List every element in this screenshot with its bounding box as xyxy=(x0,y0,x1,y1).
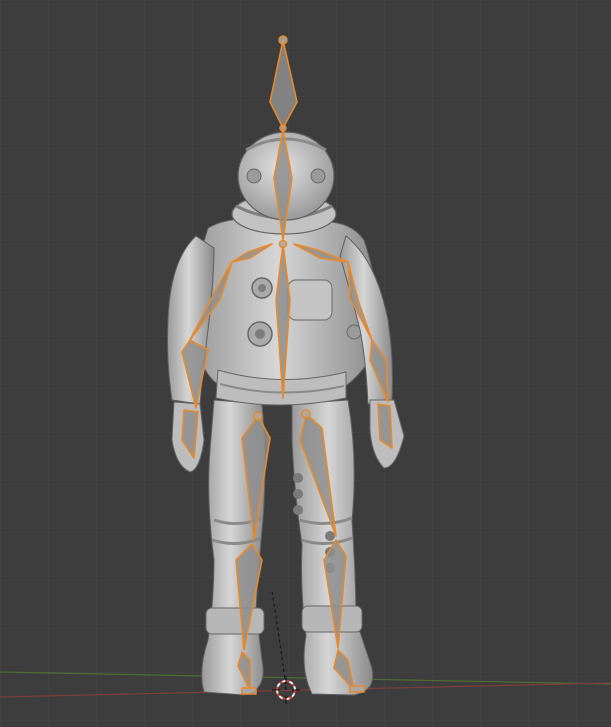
viewport-canvas[interactable] xyxy=(0,0,611,727)
3d-viewport[interactable] xyxy=(0,0,611,727)
